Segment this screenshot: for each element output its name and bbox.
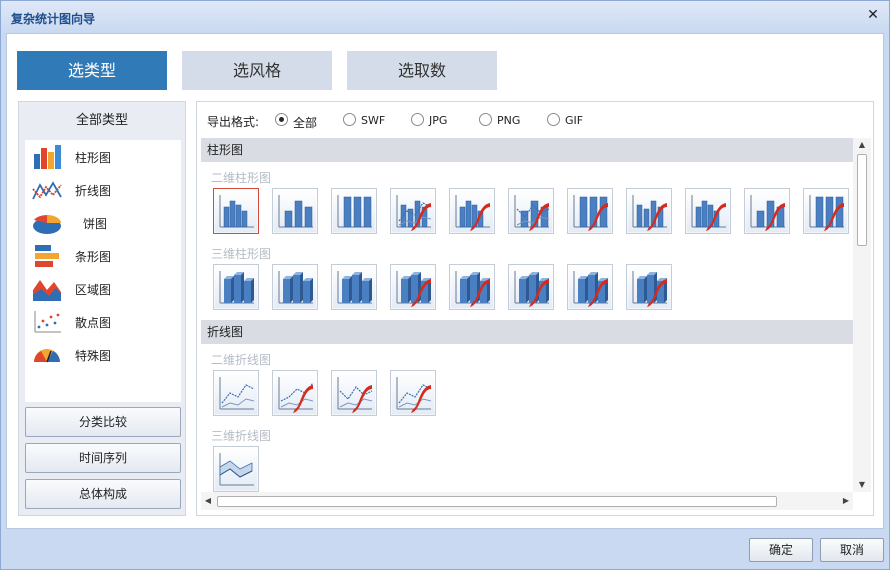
title-bar: 复杂统计图向导 ✕ [1, 1, 889, 33]
type-item-horizontal-bar[interactable]: 条形图 [25, 241, 181, 271]
chart-thumbnail[interactable] [626, 264, 672, 310]
vertical-scroll-thumb[interactable] [857, 154, 867, 246]
chart-thumbnail[interactable] [331, 188, 377, 234]
chart-thumbnail[interactable] [390, 264, 436, 310]
scroll-right-icon[interactable]: ▶ [839, 492, 853, 510]
type-label-horizontal-bar: 条形图 [75, 250, 112, 264]
chart-thumbnail[interactable] [626, 188, 672, 234]
section-line-charts: 折线图 [201, 320, 853, 344]
chart-thumbnail[interactable] [213, 446, 259, 492]
chart-type-header: 全部类型 [75, 113, 128, 128]
chart-thumbnail[interactable] [390, 188, 436, 234]
group-3d-line: 三维折线图 [211, 429, 272, 443]
type-label-special: 特殊图 [75, 349, 112, 363]
dialog-body: 选类型 选风格 选取数 全部类型 柱形图 折线图 饼图 条形图 区域图 散点图 … [6, 33, 884, 529]
step-select-type[interactable]: 选类型 [17, 51, 167, 90]
dialog-title: 复杂统计图向导 [11, 12, 96, 26]
radio-button[interactable] [479, 113, 492, 126]
chart-thumbnail[interactable] [567, 188, 613, 234]
scroll-up-icon[interactable]: ▲ [853, 138, 871, 152]
bar-chart-icon [34, 145, 61, 169]
export-format-bar: 导出格式: 全部 SWF JPG PNG GIF [197, 102, 873, 138]
scroll-left-icon[interactable]: ◀ [201, 492, 215, 510]
chart-thumbnail[interactable] [331, 264, 377, 310]
chart-thumbnail[interactable] [213, 264, 259, 310]
type-label-bar: 柱形图 [75, 151, 112, 165]
type-label-scatter: 散点图 [75, 316, 112, 330]
radio-button[interactable] [547, 113, 560, 126]
cancel-button[interactable]: 取消 [820, 538, 884, 562]
category-compare-button[interactable]: 分类比较 [25, 407, 181, 437]
chart-thumbnail[interactable] [449, 188, 495, 234]
time-series-button[interactable]: 时间序列 [25, 443, 181, 473]
close-icon[interactable]: ✕ [865, 7, 881, 23]
chart-wizard-dialog: 复杂统计图向导 ✕ 选类型 选风格 选取数 全部类型 柱形图 折线图 饼图 条形… [0, 0, 890, 570]
step-select-style[interactable]: 选风格 [182, 51, 332, 90]
radio-button[interactable] [343, 113, 356, 126]
type-label-line: 折线图 [75, 184, 112, 198]
chart-thumbnail[interactable] [744, 188, 790, 234]
type-item-scatter[interactable]: 散点图 [25, 307, 181, 337]
chart-thumbnail[interactable] [567, 264, 613, 310]
type-label-area: 区域图 [75, 283, 112, 297]
horizontal-bar-chart-icon [35, 245, 59, 267]
section-bar-charts: 柱形图 [201, 138, 853, 162]
vertical-scrollbar[interactable]: ▲ ▼ [853, 138, 871, 492]
type-label-pie: 饼图 [83, 217, 108, 231]
area-chart-icon [33, 280, 61, 301]
chart-thumbnail[interactable] [272, 264, 318, 310]
type-item-special[interactable]: 特殊图 [25, 340, 181, 370]
chart-thumbnail[interactable] [213, 370, 259, 416]
horizontal-scrollbar[interactable]: ◀ ▶ [201, 492, 853, 510]
chart-gallery: 柱形图 二维柱形图 三维柱形图 折线图 二维折线图 三维折线图 [201, 138, 853, 492]
chart-thumbnail[interactable] [508, 264, 554, 310]
chart-thumbnail[interactable] [331, 370, 377, 416]
chart-type-panel: 全部类型 柱形图 折线图 饼图 条形图 区域图 散点图 特殊图 分类比较 时间序… [18, 101, 186, 516]
group-2d-line: 二维折线图 [211, 353, 272, 367]
chart-gallery-panel: 导出格式: 全部 SWF JPG PNG GIF 柱形图 二维柱形图 三维柱形图… [196, 101, 874, 516]
horizontal-scroll-thumb[interactable] [217, 496, 777, 507]
scatter-chart-icon [34, 311, 61, 333]
chart-thumbnail[interactable] [685, 188, 731, 234]
radio-button[interactable] [275, 113, 288, 126]
chart-type-list: 柱形图 折线图 饼图 条形图 区域图 散点图 特殊图 [25, 140, 181, 402]
line-chart-icon [32, 181, 62, 200]
step-select-data[interactable]: 选取数 [347, 51, 497, 90]
chart-thumbnail[interactable] [508, 188, 554, 234]
type-item-line[interactable]: 折线图 [25, 175, 181, 205]
export-format-label: 导出格式: [207, 115, 260, 129]
chart-thumbnail[interactable] [272, 188, 318, 234]
group-2d-bar: 二维柱形图 [211, 171, 272, 185]
chart-thumbnail[interactable] [803, 188, 849, 234]
type-item-pie[interactable]: 饼图 [25, 208, 181, 238]
type-item-area[interactable]: 区域图 [25, 274, 181, 304]
chart-thumbnail[interactable] [213, 188, 259, 234]
scroll-down-icon[interactable]: ▼ [853, 478, 871, 492]
type-item-bar[interactable]: 柱形图 [25, 142, 181, 172]
radio-button[interactable] [411, 113, 424, 126]
chart-thumbnail[interactable] [272, 370, 318, 416]
overall-composition-button[interactable]: 总体构成 [25, 479, 181, 509]
chart-thumbnail[interactable] [449, 264, 495, 310]
chart-thumbnail[interactable] [390, 370, 436, 416]
gauge-chart-icon [34, 349, 60, 363]
group-3d-bar: 三维柱形图 [211, 247, 272, 261]
ok-button[interactable]: 确定 [749, 538, 813, 562]
pie-chart-icon [33, 214, 61, 234]
